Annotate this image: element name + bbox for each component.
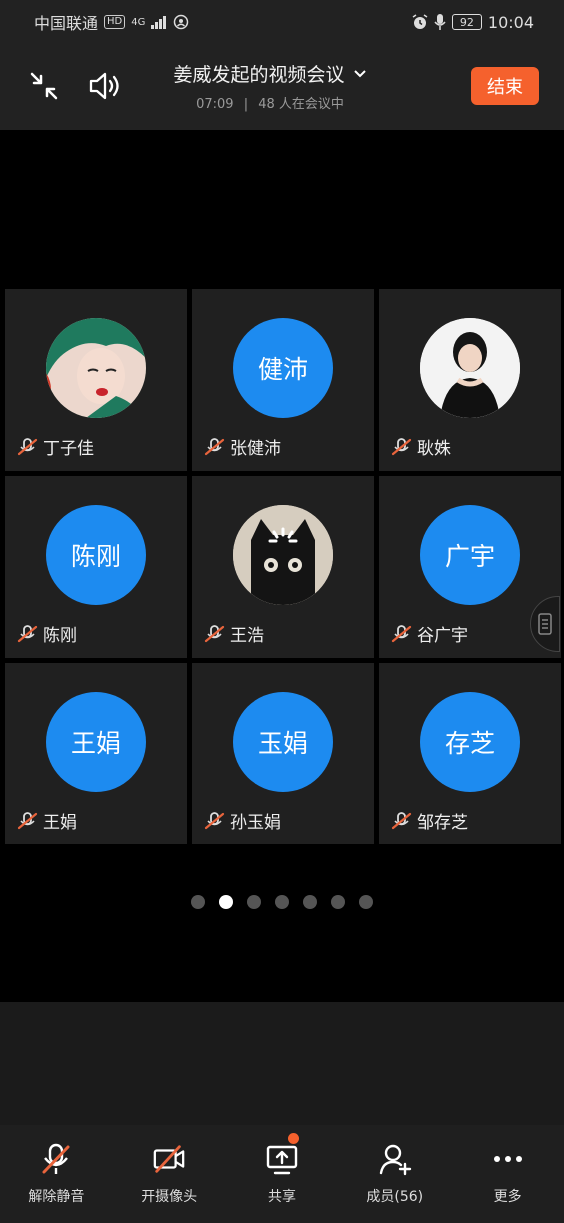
camera-off-icon [152, 1142, 186, 1176]
camera-button[interactable]: 开摄像头 [113, 1125, 226, 1223]
notification-dot [287, 1133, 299, 1144]
avatar: 玉娟 [233, 692, 333, 792]
alarm-icon [412, 14, 428, 29]
hd-badge: HD [104, 15, 126, 29]
more-button[interactable]: 更多 [451, 1125, 564, 1223]
page-dot[interactable] [191, 895, 205, 909]
page-dot[interactable] [331, 895, 345, 909]
mic-muted-icon [204, 811, 225, 829]
speaker-icon[interactable] [88, 68, 124, 104]
participant-count: 48 人在会议中 [258, 97, 344, 112]
avatar: 存芝 [420, 692, 520, 792]
participant-tile[interactable]: 王浩 [192, 476, 374, 658]
unmute-button[interactable]: 解除静音 [0, 1125, 113, 1223]
page-dot[interactable] [219, 895, 233, 909]
avatar-photo-woman [420, 318, 520, 418]
participant-tile[interactable]: 丁子佳 [5, 289, 187, 471]
mic-muted-icon [204, 624, 225, 642]
carrier-label: 中国联通 [34, 14, 99, 33]
participant-name: 王娟 [43, 813, 77, 833]
mic-muted-icon [391, 811, 412, 829]
avatar: 广宇 [420, 505, 520, 605]
mic-muted-icon [391, 624, 412, 642]
participant-name: 陈刚 [43, 626, 77, 646]
share-screen-icon [265, 1142, 299, 1176]
participant-name: 谷广宇 [417, 626, 468, 646]
pagination-area [0, 844, 564, 1002]
meeting-duration: 07:09 [196, 97, 234, 112]
participant-tile[interactable]: 存芝 邹存芝 [379, 663, 561, 845]
avatar: 王娟 [46, 692, 146, 792]
video-stage-top [0, 130, 564, 284]
avatar: 陈刚 [46, 505, 146, 605]
participant-name: 丁子佳 [43, 439, 94, 459]
page-indicator[interactable] [191, 895, 373, 909]
avatar-photo-black-cat [233, 505, 333, 605]
mic-muted-icon [17, 437, 38, 455]
bottom-toolbar: 解除静音 开摄像头 共享 成员(56) 更多 [0, 1125, 564, 1223]
avatar [420, 318, 520, 418]
avatar-photo-illustrated-girl [46, 318, 146, 418]
page-dot[interactable] [303, 895, 317, 909]
participant-name: 邹存芝 [417, 813, 468, 833]
clock: 10:04 [487, 12, 534, 32]
collapse-panel-icon [538, 613, 552, 635]
participant-tile[interactable]: 玉娟 孙玉娟 [192, 663, 374, 845]
share-button[interactable]: 共享 [226, 1125, 339, 1223]
page-dot[interactable] [275, 895, 289, 909]
tool-label: 更多 [493, 1189, 522, 1205]
signal-icon [151, 16, 167, 29]
avatar [46, 318, 146, 418]
meeting-title-area[interactable]: 姜威发起的视频会议 07:09 | 48 人在会议中 [120, 60, 420, 112]
microphone-icon [434, 14, 446, 30]
mic-muted-icon [17, 624, 38, 642]
participant-tile[interactable]: 王娟 王娟 [5, 663, 187, 845]
tool-label: 解除静音 [28, 1189, 85, 1205]
add-member-icon [378, 1142, 412, 1176]
subtitle-separator: | [243, 97, 249, 112]
tool-label: 成员(56) [366, 1189, 424, 1205]
chevron-down-icon [353, 69, 366, 77]
meeting-title: 姜威发起的视频会议 [173, 64, 345, 86]
members-button[interactable]: 成员(56) [338, 1125, 451, 1223]
mic-muted-icon [391, 437, 412, 455]
end-meeting-button[interactable]: 结束 [471, 67, 539, 105]
network-label: 4G [131, 16, 146, 28]
participant-name: 张健沛 [230, 439, 281, 459]
mic-muted-icon [17, 811, 38, 829]
participant-grid: 丁子佳 健沛 张健沛 耿姝 陈刚 陈刚 王浩 广宇 谷广宇 王娟 王娟 玉娟 孙… [0, 284, 564, 845]
battery-indicator: 92 [451, 14, 482, 30]
participant-tile[interactable]: 健沛 张健沛 [192, 289, 374, 471]
more-icon [491, 1142, 525, 1176]
participant-name: 王浩 [230, 626, 264, 646]
status-bar: 中国联通 HD 4G 92 10:04 [0, 0, 564, 44]
mic-muted-icon [204, 437, 225, 455]
avatar [233, 505, 333, 605]
tool-label: 共享 [267, 1189, 296, 1205]
tool-label: 开摄像头 [141, 1189, 198, 1205]
participant-tile[interactable]: 耿姝 [379, 289, 561, 471]
hotspot-icon [174, 14, 189, 30]
meeting-header: 姜威发起的视频会议 07:09 | 48 人在会议中 结束 [0, 44, 564, 130]
mic-muted-icon [39, 1142, 73, 1176]
avatar: 健沛 [233, 318, 333, 418]
page-dot[interactable] [247, 895, 261, 909]
participant-name: 耿姝 [417, 439, 451, 459]
participant-tile[interactable]: 陈刚 陈刚 [5, 476, 187, 658]
minimize-icon[interactable] [26, 68, 62, 104]
page-dot[interactable] [359, 895, 373, 909]
participant-name: 孙玉娟 [230, 813, 281, 833]
